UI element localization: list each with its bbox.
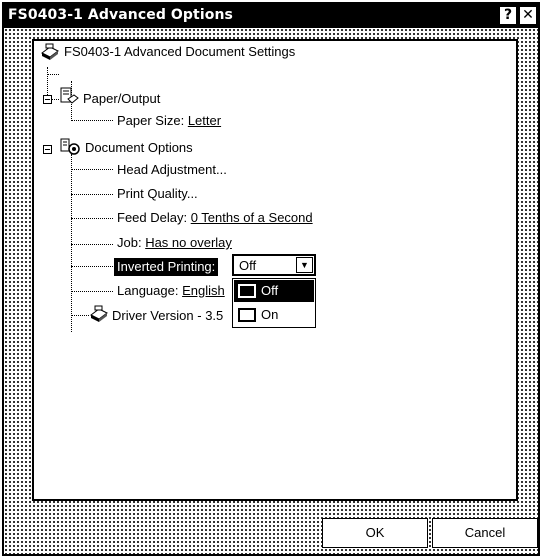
tree-item-print-quality[interactable]: Print Quality... bbox=[117, 186, 198, 202]
option-label: On bbox=[261, 307, 279, 322]
tree-item-feed-delay[interactable]: Feed Delay: 0 Tenths of a Second bbox=[117, 210, 313, 226]
ok-button[interactable]: OK bbox=[322, 518, 428, 548]
window-title: FS0403-1 Advanced Options bbox=[8, 7, 233, 23]
tree-item-paper-size[interactable]: Paper Size: Letter bbox=[117, 113, 221, 129]
driver-printer-icon bbox=[90, 305, 108, 322]
tree-root-label: FS0403-1 Advanced Document Settings bbox=[64, 44, 296, 59]
title-bar[interactable]: FS0403-1 Advanced Options ? ✕ bbox=[4, 4, 538, 28]
language-value[interactable]: English bbox=[182, 283, 225, 298]
feed-delay-label: Feed Delay: bbox=[117, 210, 191, 225]
dropdown-option-off[interactable]: Off bbox=[234, 280, 314, 302]
inverted-printing-dropdown[interactable]: Off On bbox=[232, 278, 316, 328]
dropdown-option-on[interactable]: On bbox=[234, 304, 314, 326]
cancel-button[interactable]: Cancel bbox=[432, 518, 538, 548]
close-button[interactable]: ✕ bbox=[519, 6, 537, 25]
tree-item-head-adjustment[interactable]: Head Adjustment... bbox=[117, 162, 227, 178]
tree-item-paper-output[interactable]: Paper/Output bbox=[83, 91, 160, 107]
tree-item-driver-version: Driver Version - 3.5 bbox=[112, 308, 224, 323]
inverted-printing-combo[interactable]: Off ▼ bbox=[232, 254, 316, 276]
tree-item-document-options[interactable]: Document Options bbox=[85, 140, 193, 156]
inverted-printing-value: Off bbox=[239, 258, 257, 273]
tree-item-job[interactable]: Job: Has no overlay bbox=[117, 235, 232, 251]
help-button[interactable]: ? bbox=[499, 6, 517, 25]
paper-size-label: Paper Size: bbox=[117, 113, 188, 128]
tree-item-language[interactable]: Language: English bbox=[117, 283, 225, 299]
job-label: Job: bbox=[117, 235, 146, 250]
paper-output-expander[interactable] bbox=[43, 95, 52, 104]
paper-size-value[interactable]: Letter bbox=[188, 113, 221, 128]
document-options-expander[interactable] bbox=[43, 145, 52, 154]
normal-print-icon bbox=[238, 284, 256, 298]
paper-output-icon bbox=[60, 87, 79, 104]
chevron-down-icon[interactable]: ▼ bbox=[296, 257, 313, 273]
inverted-print-icon bbox=[238, 308, 256, 322]
option-label: Off bbox=[261, 283, 279, 298]
advanced-options-dialog: FS0403-1 Advanced Options ? ✕ FS0403-1 A… bbox=[2, 2, 540, 556]
feed-delay-value[interactable]: 0 Tenths of a Second bbox=[191, 210, 313, 225]
job-value[interactable]: Has no overlay bbox=[145, 235, 232, 250]
document-options-icon bbox=[60, 138, 80, 155]
tree-item-inverted-printing[interactable]: Inverted Printing: bbox=[114, 258, 219, 276]
settings-tree[interactable]: FS0403-1 Advanced Document Settings Pape… bbox=[32, 39, 518, 501]
language-label: Language: bbox=[117, 283, 183, 298]
printer-icon bbox=[41, 43, 59, 60]
